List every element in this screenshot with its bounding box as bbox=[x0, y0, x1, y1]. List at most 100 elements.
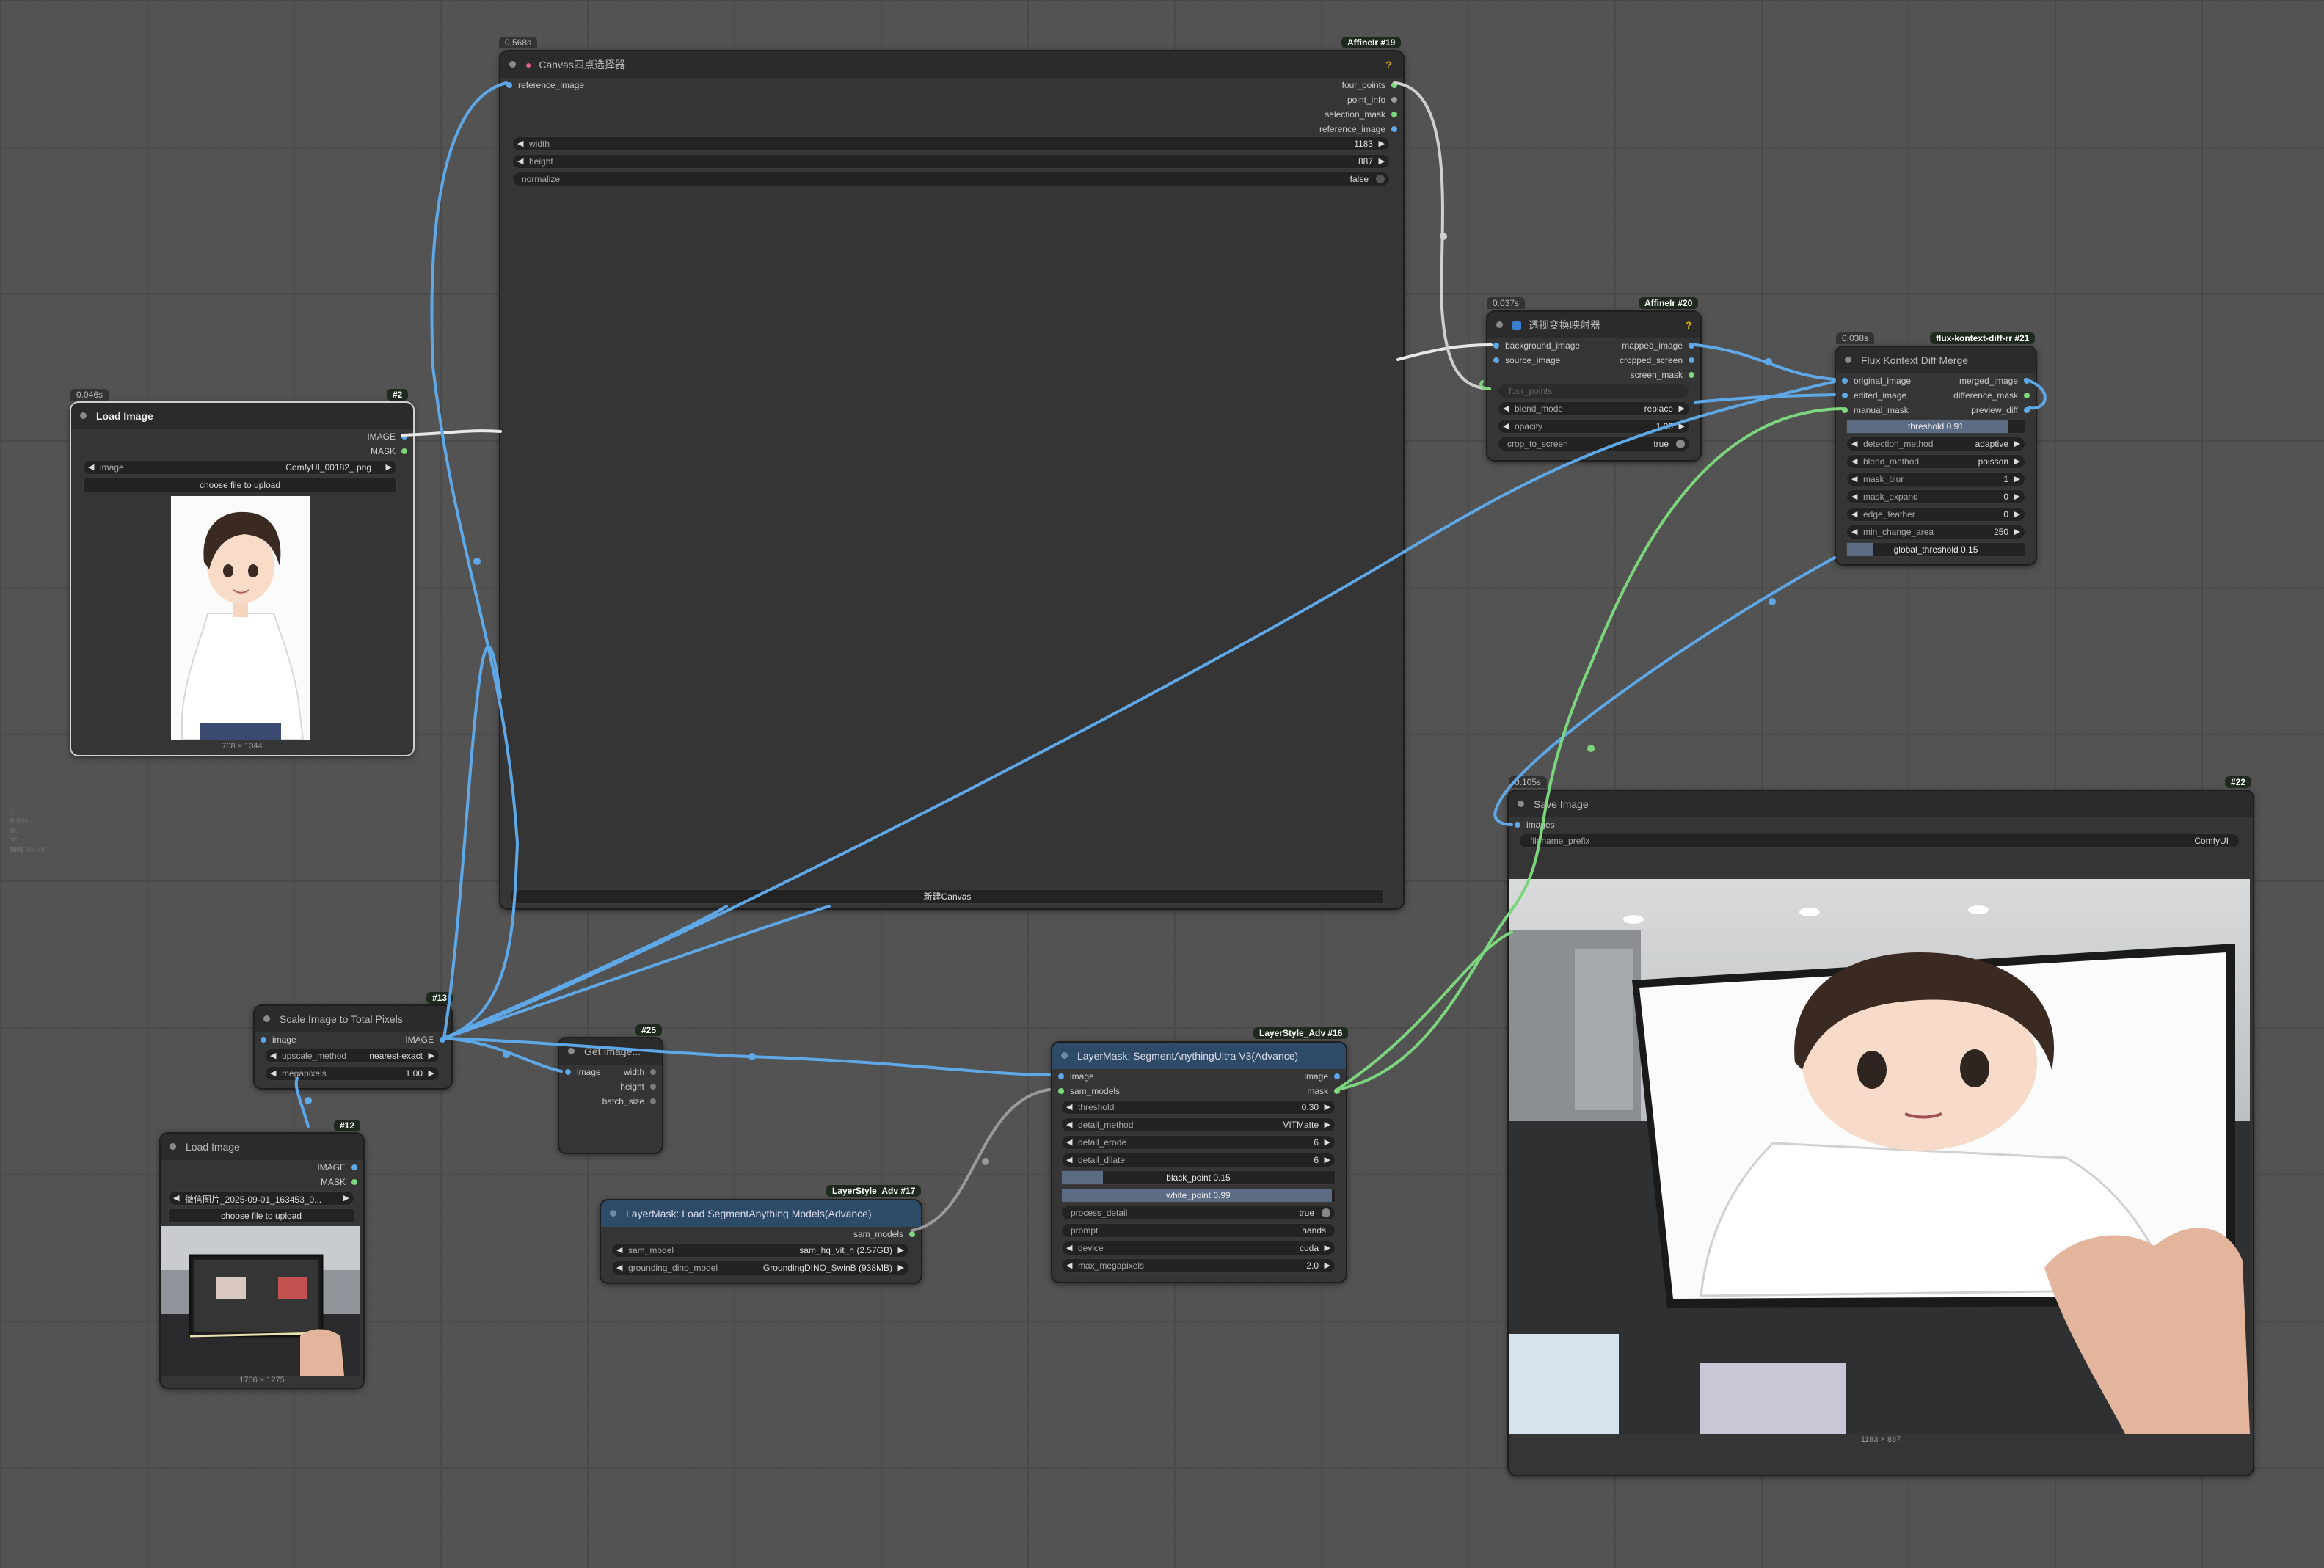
image-select-widget[interactable]: ◀ 微信图片_2025-09-01_163453_0... ▶ bbox=[168, 1191, 354, 1206]
arrow-right-icon[interactable]: ▶ bbox=[2014, 474, 2020, 484]
output-image[interactable]: IMAGE bbox=[317, 1162, 357, 1173]
node-title-bar[interactable]: Load Image bbox=[71, 403, 413, 429]
arrow-left-icon[interactable]: ◀ bbox=[1066, 1102, 1072, 1112]
arrow-left-icon[interactable]: ◀ bbox=[1503, 404, 1509, 413]
input-manual-mask[interactable]: manual_mask bbox=[1842, 404, 1909, 416]
arrow-right-icon[interactable]: ▶ bbox=[2014, 492, 2020, 501]
input-sam-models[interactable]: sam_models bbox=[1057, 1085, 1120, 1097]
arrow-left-icon[interactable]: ◀ bbox=[270, 1051, 276, 1060]
prompt-field[interactable]: prompt hands bbox=[1061, 1223, 1336, 1238]
arrow-right-icon[interactable]: ▶ bbox=[429, 1051, 434, 1060]
load-image-node[interactable]: Load Image IMAGE MASK ◀ image ComfyUI_00… bbox=[70, 401, 415, 756]
device-widget[interactable]: ◀ device cuda ▶ bbox=[1061, 1241, 1336, 1255]
load-image-node-2[interactable]: Load Image IMAGE MASK ◀ 微信图片_2025-09-01_… bbox=[159, 1132, 365, 1389]
arrow-right-icon[interactable]: ▶ bbox=[1679, 404, 1685, 413]
arrow-left-icon[interactable]: ◀ bbox=[1851, 439, 1857, 448]
image-select-widget[interactable]: ◀ image ComfyUI_00182_.png ▶ bbox=[83, 460, 397, 475]
node-title-bar[interactable]: Get Image... bbox=[559, 1038, 662, 1065]
arrow-right-icon[interactable]: ▶ bbox=[2014, 509, 2020, 519]
normalize-toggle[interactable]: normalize false bbox=[512, 172, 1390, 186]
arrow-left-icon[interactable]: ◀ bbox=[270, 1068, 276, 1078]
edge-feather-widget[interactable]: ◀ edge_feather 0 ▶ bbox=[1846, 507, 2025, 522]
input-reference-image[interactable]: reference_image bbox=[506, 79, 584, 91]
arrow-left-icon[interactable]: ◀ bbox=[517, 156, 523, 166]
canvas-point-selector-node[interactable]: ● Canvas四点选择器 ? reference_image four_poi… bbox=[499, 50, 1405, 910]
sam-loader-node[interactable]: LayerMask: Load SegmentAnything Models(A… bbox=[600, 1199, 922, 1284]
arrow-left-icon[interactable]: ◀ bbox=[616, 1245, 622, 1255]
arrow-right-icon[interactable]: ▶ bbox=[898, 1245, 904, 1255]
min-change-area-widget[interactable]: ◀ min_change_area 250 ▶ bbox=[1846, 525, 2025, 539]
arrow-right-icon[interactable]: ▶ bbox=[898, 1263, 904, 1272]
crop-to-screen-toggle[interactable]: crop_to_screen true bbox=[1498, 437, 1690, 451]
input-image[interactable]: image bbox=[565, 1066, 601, 1078]
arrow-left-icon[interactable]: ◀ bbox=[1851, 474, 1857, 484]
arrow-left-icon[interactable]: ◀ bbox=[88, 462, 94, 472]
save-image-node[interactable]: Save Image images filename_prefix ComfyU… bbox=[1507, 790, 2254, 1476]
arrow-right-icon[interactable]: ▶ bbox=[1325, 1102, 1330, 1112]
collapse-dot-icon[interactable] bbox=[509, 61, 516, 68]
node-title-bar[interactable]: LayerMask: SegmentAnythingUltra V3(Advan… bbox=[1052, 1043, 1346, 1069]
help-icon[interactable]: ? bbox=[1686, 319, 1697, 331]
node-title-bar[interactable]: 透视变换映射器 bbox=[1487, 312, 1700, 338]
output-preview-diff[interactable]: preview_diff bbox=[1971, 404, 2030, 416]
filename-prefix-field[interactable]: filename_prefix ComfyUI bbox=[1519, 834, 2240, 848]
arrow-right-icon[interactable]: ▶ bbox=[2014, 456, 2020, 466]
process-detail-toggle[interactable]: process_detail true bbox=[1061, 1206, 1336, 1220]
arrow-right-icon[interactable]: ▶ bbox=[1679, 421, 1685, 431]
arrow-left-icon[interactable]: ◀ bbox=[1503, 421, 1509, 431]
input-edited-image[interactable]: edited_image bbox=[1841, 390, 1906, 401]
arrow-right-icon[interactable]: ▶ bbox=[1379, 156, 1385, 166]
output-image[interactable]: IMAGE bbox=[405, 1034, 445, 1046]
diff-merge-node[interactable]: Flux Kontext Diff Merge original_image e… bbox=[1835, 346, 2037, 566]
arrow-right-icon[interactable]: ▶ bbox=[1325, 1243, 1330, 1252]
arrow-right-icon[interactable]: ▶ bbox=[1325, 1261, 1330, 1270]
arrow-left-icon[interactable]: ◀ bbox=[616, 1263, 622, 1272]
grounding-dino-widget[interactable]: ◀ grounding_dino_model GroundingDINO_Swi… bbox=[611, 1261, 909, 1275]
output-screen-mask[interactable]: screen_mask bbox=[1631, 369, 1695, 381]
four-points-input[interactable]: four_points bbox=[1498, 384, 1690, 398]
output-four-points[interactable]: four_points bbox=[1342, 79, 1398, 91]
output-merged-image[interactable]: merged_image bbox=[1959, 375, 2030, 387]
detail-dilate-widget[interactable]: ◀ detail_dilate 6 ▶ bbox=[1061, 1153, 1336, 1167]
output-image[interactable]: image bbox=[1304, 1071, 1340, 1082]
arrow-right-icon[interactable]: ▶ bbox=[429, 1068, 434, 1078]
input-source-image[interactable]: source_image bbox=[1493, 354, 1560, 366]
collapse-dot-icon[interactable] bbox=[1518, 801, 1524, 807]
megapixels-widget[interactable]: ◀ megapixels 1.00 ▶ bbox=[265, 1066, 440, 1081]
sam-ultra-node[interactable]: LayerMask: SegmentAnythingUltra V3(Advan… bbox=[1051, 1041, 1347, 1283]
get-image-node[interactable]: Get Image... image width height batch_si… bbox=[558, 1037, 663, 1154]
collapse-dot-icon[interactable] bbox=[1496, 321, 1503, 328]
upload-button[interactable]: choose file to upload bbox=[168, 1208, 354, 1223]
blend-method-widget[interactable]: ◀ blend_method poisson ▶ bbox=[1846, 454, 2025, 469]
output-sam-models[interactable]: sam_models bbox=[853, 1228, 916, 1240]
detail-erode-widget[interactable]: ◀ detail_erode 6 ▶ bbox=[1061, 1135, 1336, 1150]
arrow-left-icon[interactable]: ◀ bbox=[1851, 456, 1857, 466]
arrow-right-icon[interactable]: ▶ bbox=[386, 462, 392, 472]
upscale-method-widget[interactable]: ◀ upscale_method nearest-exact ▶ bbox=[265, 1049, 440, 1063]
detail-method-widget[interactable]: ◀ detail_method VITMatte ▶ bbox=[1061, 1117, 1336, 1132]
input-image[interactable]: image bbox=[261, 1034, 296, 1046]
arrow-left-icon[interactable]: ◀ bbox=[1851, 527, 1857, 536]
detection-method-widget[interactable]: ◀ detection_method adaptive ▶ bbox=[1846, 437, 2025, 451]
mask-expand-widget[interactable]: ◀ mask_expand 0 ▶ bbox=[1846, 489, 2025, 504]
sam-model-widget[interactable]: ◀ sam_model sam_hq_vit_h (2.57GB) ▶ bbox=[611, 1243, 909, 1258]
output-difference-mask[interactable]: difference_mask bbox=[1953, 390, 2030, 401]
arrow-left-icon[interactable]: ◀ bbox=[1066, 1155, 1072, 1164]
output-image[interactable]: IMAGE bbox=[367, 431, 407, 442]
node-title-bar[interactable]: ● Canvas四点选择器 bbox=[500, 51, 1403, 78]
output-cropped-screen[interactable]: cropped_screen bbox=[1620, 354, 1695, 366]
output-mask[interactable]: mask bbox=[1307, 1085, 1340, 1097]
height-widget[interactable]: ◀ height 887 ▶ bbox=[512, 154, 1390, 169]
output-point-info[interactable]: point_info bbox=[1347, 94, 1398, 106]
blend-mode-widget[interactable]: ◀ blend_mode replace ▶ bbox=[1498, 401, 1690, 416]
arrow-right-icon[interactable]: ▶ bbox=[2014, 527, 2020, 536]
node-title-bar[interactable]: Load Image bbox=[161, 1134, 363, 1160]
collapse-dot-icon[interactable] bbox=[80, 412, 87, 419]
scale-image-node[interactable]: Scale Image to Total Pixels image IMAGE … bbox=[253, 1004, 453, 1090]
perspective-mapper-node[interactable]: 透视变换映射器 ? background_image source_image … bbox=[1486, 310, 1702, 462]
node-title-bar[interactable]: LayerMask: Load SegmentAnything Models(A… bbox=[601, 1200, 921, 1227]
arrow-left-icon[interactable]: ◀ bbox=[1066, 1243, 1072, 1252]
collapse-dot-icon[interactable] bbox=[1061, 1052, 1068, 1059]
white-point-slider[interactable]: white_point 0.99 bbox=[1061, 1188, 1336, 1203]
output-width[interactable]: width bbox=[624, 1066, 657, 1078]
